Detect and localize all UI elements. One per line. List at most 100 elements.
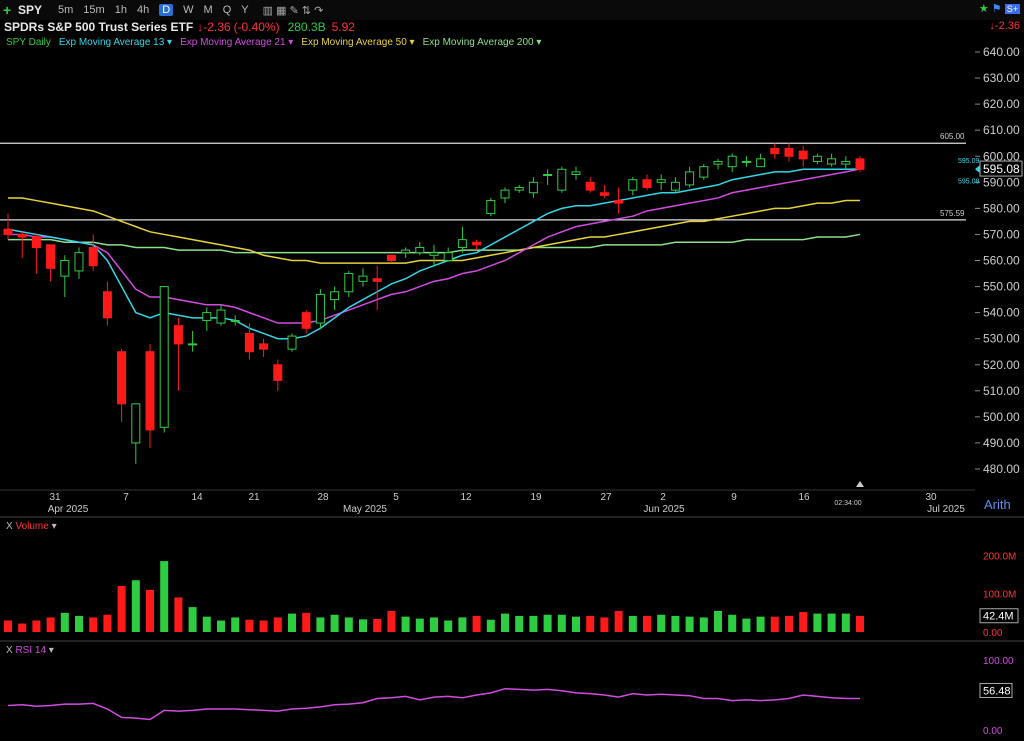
date-tick: 5 bbox=[393, 492, 399, 503]
volume-title: Volume bbox=[15, 521, 49, 532]
price-tick: 620.00 bbox=[983, 97, 1020, 111]
candle bbox=[230, 319, 240, 322]
price-tick: 480.00 bbox=[983, 462, 1020, 476]
volume-bar bbox=[856, 615, 864, 632]
price-tick: 570.00 bbox=[983, 227, 1020, 241]
volume-bar bbox=[46, 617, 55, 632]
candle bbox=[699, 166, 709, 178]
candle bbox=[46, 244, 56, 269]
volume-bar bbox=[586, 615, 595, 632]
candle bbox=[486, 200, 496, 215]
volume-bar bbox=[472, 615, 481, 632]
candle bbox=[514, 187, 524, 191]
candle bbox=[287, 335, 297, 350]
candle bbox=[812, 155, 822, 162]
candle bbox=[543, 173, 553, 176]
candle bbox=[827, 158, 837, 165]
volume-bar bbox=[841, 613, 850, 632]
rsi-last-label: 56.48 bbox=[983, 685, 1011, 697]
volume-tick: 200.0M bbox=[983, 551, 1016, 562]
volume-bar bbox=[330, 614, 339, 632]
volume-bar bbox=[770, 616, 779, 632]
date-tick: 21 bbox=[248, 492, 260, 503]
candle bbox=[259, 343, 269, 350]
rsi-line bbox=[7, 687, 860, 721]
price-marker-icon bbox=[975, 165, 980, 174]
price-tick: 580.00 bbox=[983, 201, 1020, 215]
candle bbox=[528, 181, 538, 194]
candle bbox=[17, 233, 27, 238]
volume-bar bbox=[657, 614, 666, 632]
candle bbox=[344, 273, 354, 293]
candle bbox=[244, 332, 254, 353]
candle bbox=[102, 291, 112, 319]
collapse-icon bbox=[856, 481, 864, 487]
candle bbox=[656, 179, 666, 183]
candle bbox=[60, 260, 70, 277]
date-tick: 9 bbox=[731, 492, 737, 503]
volume-bar bbox=[131, 580, 140, 632]
date-tick: 27 bbox=[600, 492, 612, 503]
volume-bar bbox=[699, 617, 708, 632]
volume-tick: 100.0M bbox=[983, 590, 1016, 601]
candle bbox=[713, 160, 723, 165]
candle bbox=[443, 252, 453, 261]
price-chart[interactable]: 605.00575.59 640.00630.00620.00610.00600… bbox=[0, 0, 1024, 741]
volume-bar bbox=[614, 610, 623, 632]
date-tick: 28 bbox=[317, 492, 329, 503]
candle bbox=[557, 168, 567, 191]
volume-bar bbox=[827, 613, 836, 632]
volume-bar bbox=[344, 617, 353, 632]
volume-bar bbox=[799, 612, 808, 632]
volume-bar bbox=[273, 617, 282, 632]
volume-bar bbox=[188, 607, 197, 632]
volume-bar bbox=[572, 616, 580, 632]
volume-bar bbox=[458, 617, 467, 632]
candle bbox=[585, 181, 595, 191]
volume-bar bbox=[231, 617, 240, 632]
candle bbox=[372, 278, 382, 282]
scale-mode[interactable]: Arith bbox=[984, 497, 1011, 512]
candle bbox=[145, 351, 155, 431]
candle bbox=[401, 249, 411, 254]
volume-bar bbox=[18, 623, 27, 632]
price-tick: 640.00 bbox=[983, 45, 1020, 59]
date-tick: 31 bbox=[49, 492, 61, 503]
price-tick: 610.00 bbox=[983, 123, 1020, 137]
volume-bar bbox=[430, 617, 438, 632]
candle bbox=[457, 239, 467, 248]
candle bbox=[330, 291, 340, 301]
date-tick: 7 bbox=[123, 492, 129, 503]
volume-bar bbox=[515, 615, 524, 632]
candle bbox=[685, 171, 695, 186]
volume-bar bbox=[316, 617, 325, 632]
volume-bar bbox=[302, 612, 311, 632]
date-tick: 30 bbox=[925, 492, 937, 503]
volume-bar bbox=[600, 617, 609, 632]
date-tick: 19 bbox=[530, 492, 542, 503]
candle bbox=[358, 275, 368, 282]
candle bbox=[599, 192, 609, 196]
candle bbox=[117, 351, 127, 405]
candle bbox=[273, 364, 283, 381]
candle bbox=[173, 325, 183, 345]
candle bbox=[741, 160, 751, 163]
volume-bar bbox=[202, 616, 211, 632]
volume-bar bbox=[259, 620, 268, 632]
volume-bar bbox=[288, 613, 296, 632]
candle bbox=[472, 241, 482, 246]
candle bbox=[131, 403, 141, 444]
rsi-tick: 0.00 bbox=[983, 726, 1003, 737]
volume-bar bbox=[387, 610, 396, 632]
volume-bar bbox=[32, 620, 41, 632]
volume-last-label: 42.4M bbox=[983, 611, 1014, 623]
candle bbox=[88, 246, 98, 267]
candle bbox=[202, 312, 212, 321]
date-tick: May 2025 bbox=[343, 504, 387, 515]
candle bbox=[500, 189, 510, 199]
volume-bar bbox=[628, 615, 637, 632]
candle bbox=[841, 160, 851, 165]
candle bbox=[855, 158, 865, 170]
volume-bar bbox=[160, 561, 169, 632]
volume-panel-label: X Volume ▾ bbox=[6, 521, 57, 532]
